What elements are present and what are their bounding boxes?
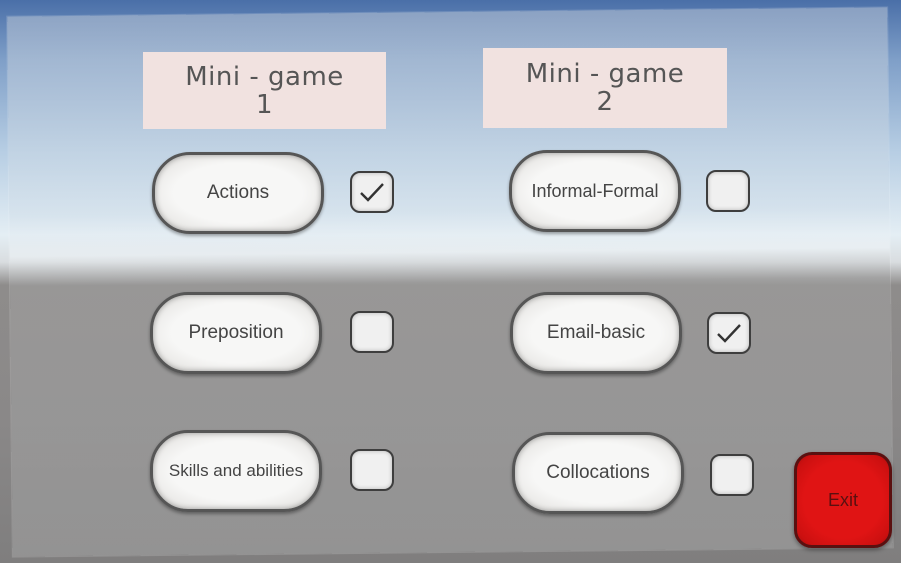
skills-and-abilities-checkbox[interactable] (350, 449, 394, 491)
mini-game-2-header: Mini - game 2 (483, 48, 727, 128)
informal-formal-button[interactable]: Informal-Formal (509, 150, 681, 232)
email-basic-button[interactable]: Email-basic (510, 292, 682, 374)
collocations-button[interactable]: Collocations (512, 432, 684, 514)
mini-game-1-header: Mini - game 1 (143, 52, 386, 129)
actions-button[interactable]: Actions (152, 152, 324, 234)
checkmark-icon (360, 183, 384, 202)
email-basic-checkbox[interactable] (707, 312, 751, 354)
skills-and-abilities-button[interactable]: Skills and abilities (150, 430, 322, 512)
informal-formal-checkbox[interactable] (706, 170, 750, 212)
checkmark-icon (717, 324, 741, 343)
exit-button[interactable]: Exit (794, 452, 892, 548)
level-select-panel (7, 7, 893, 557)
actions-checkbox[interactable] (350, 171, 394, 213)
preposition-button[interactable]: Preposition (150, 292, 322, 374)
collocations-checkbox[interactable] (710, 454, 754, 496)
preposition-checkbox[interactable] (350, 311, 394, 353)
